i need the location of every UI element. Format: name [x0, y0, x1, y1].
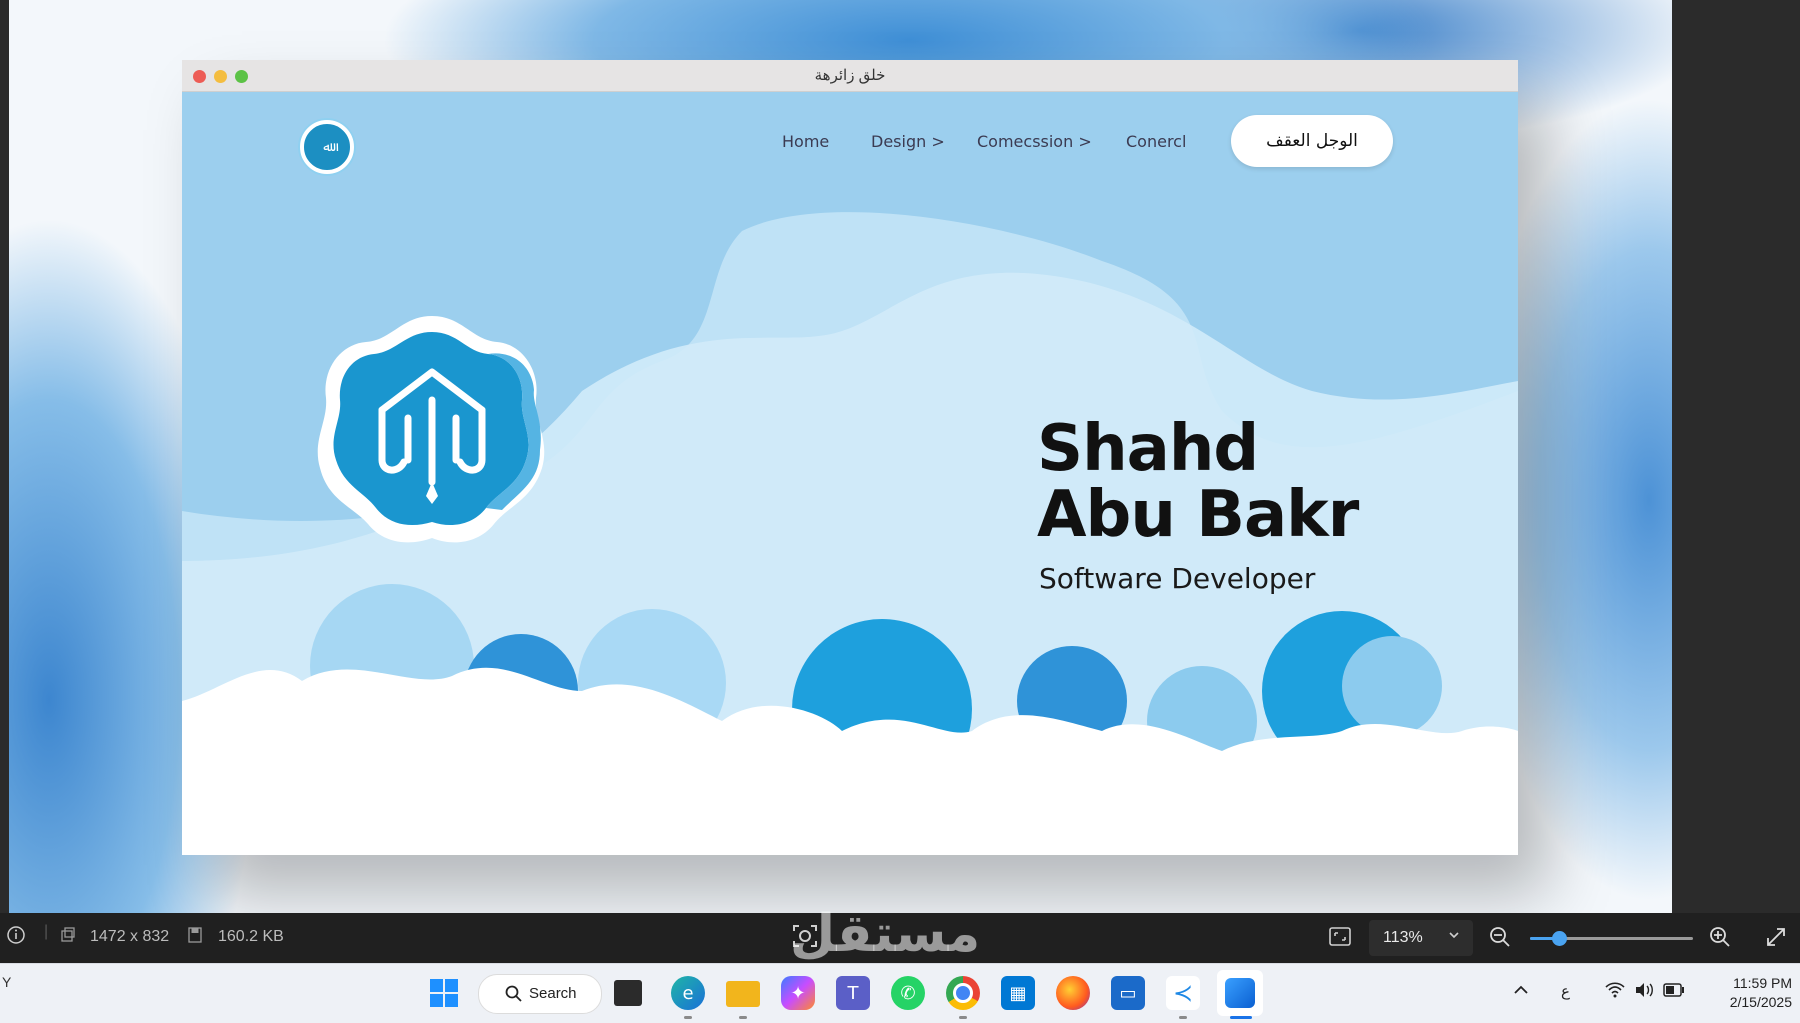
zoom-slider-thumb[interactable] [1552, 931, 1568, 946]
whatsapp-icon[interactable]: ✆ [891, 976, 925, 1010]
vscode-icon[interactable]: ≺ [1166, 976, 1200, 1010]
running-indicator [684, 1016, 692, 1019]
dimensions-icon [60, 927, 76, 948]
hero-emblem-logo [317, 316, 545, 543]
website-mockup: خلق زائرهة ﷲ Home Design > Comecssion > … [182, 60, 1518, 855]
battery-icon[interactable] [1663, 983, 1685, 1002]
chevron-up-icon[interactable] [1513, 983, 1529, 1001]
ime-indicator[interactable]: ع [1561, 982, 1570, 1000]
mock-titlebar: خلق زائرهة [182, 60, 1518, 92]
hero-role: Software Developer [1039, 562, 1316, 595]
visual-search-icon[interactable] [790, 921, 820, 956]
taskbar-search[interactable]: Search [478, 974, 602, 1014]
taskbar-left-text: Y [2, 974, 12, 990]
image-dimensions: 1472 x 832 [90, 928, 170, 945]
remote-desktop-icon[interactable]: ▭ [1111, 976, 1145, 1010]
zoom-slider[interactable] [1530, 931, 1693, 946]
chrome-icon[interactable] [946, 976, 980, 1010]
photos-icon [1225, 978, 1255, 1008]
task-view-icon[interactable] [614, 980, 642, 1006]
teams-icon[interactable]: T [836, 976, 870, 1010]
clock-date: 2/15/2025 [1729, 994, 1792, 1010]
volume-icon[interactable] [1634, 982, 1654, 1003]
active-indicator [1230, 1016, 1252, 1019]
wifi-icon[interactable] [1605, 982, 1625, 1003]
file-explorer-icon[interactable] [726, 981, 760, 1007]
nav-design[interactable]: Design > [871, 132, 945, 151]
photos-app-button[interactable] [1217, 970, 1263, 1016]
file-size: 160.2 KB [218, 928, 284, 945]
site-hero: ﷲ Home Design > Comecssion > Conercl الو… [182, 91, 1518, 855]
nav-logo[interactable]: ﷲ [300, 120, 354, 174]
copilot-icon[interactable]: ✦ [781, 976, 815, 1010]
mock-window-title: خلق زائرهة [814, 67, 886, 84]
zoom-in-icon[interactable] [1709, 926, 1731, 953]
zoom-level: 113% [1383, 929, 1423, 946]
running-indicator [1179, 1016, 1187, 1019]
hero-name: Shahd Abu Bakr [1037, 412, 1359, 552]
nav-contact[interactable]: Conercl [1126, 132, 1186, 151]
windows-taskbar: Y Search e ✦ T ✆ ▦ ▭ ≺ ع 11:59 PM 2/15/2… [0, 963, 1800, 1023]
zoom-out-icon[interactable] [1489, 926, 1511, 953]
viewer-status-bar: | 1472 x 832 160.2 KB 113% [0, 913, 1800, 963]
running-indicator [959, 1016, 967, 1019]
hero-name-last: Abu Bakr [1037, 478, 1359, 552]
search-icon [505, 985, 522, 1006]
nav-home[interactable]: Home [782, 132, 829, 151]
chevron-down-icon [1447, 928, 1461, 947]
clock-time: 11:59 PM [1733, 975, 1792, 991]
divider: | [44, 923, 49, 940]
fit-to-window-icon[interactable] [1328, 926, 1352, 953]
cta-button[interactable]: الوجل العقف [1231, 115, 1393, 167]
nav-commission[interactable]: Comecssion > [977, 132, 1092, 151]
running-indicator [739, 1016, 747, 1019]
file-size-icon [188, 927, 202, 948]
zoom-level-dropdown[interactable]: 113% [1369, 920, 1473, 956]
full-screen-icon[interactable] [1765, 926, 1787, 953]
search-label: Search [529, 985, 577, 1002]
firefox-icon[interactable] [1056, 976, 1090, 1010]
edge-icon[interactable]: e [671, 976, 705, 1010]
clock[interactable]: 11:59 PM 2/15/2025 [1706, 974, 1792, 1012]
store-icon[interactable]: ▦ [1001, 976, 1035, 1010]
displayed-image: خلق زائرهة ﷲ Home Design > Comecssion > … [9, 0, 1672, 913]
start-button[interactable] [427, 976, 461, 1010]
hero-name-first: Shahd [1037, 412, 1259, 486]
windows-logo-icon [430, 979, 458, 1007]
info-icon[interactable] [6, 925, 26, 950]
photo-viewer-canvas: خلق زائرهة ﷲ Home Design > Comecssion > … [0, 0, 1800, 913]
